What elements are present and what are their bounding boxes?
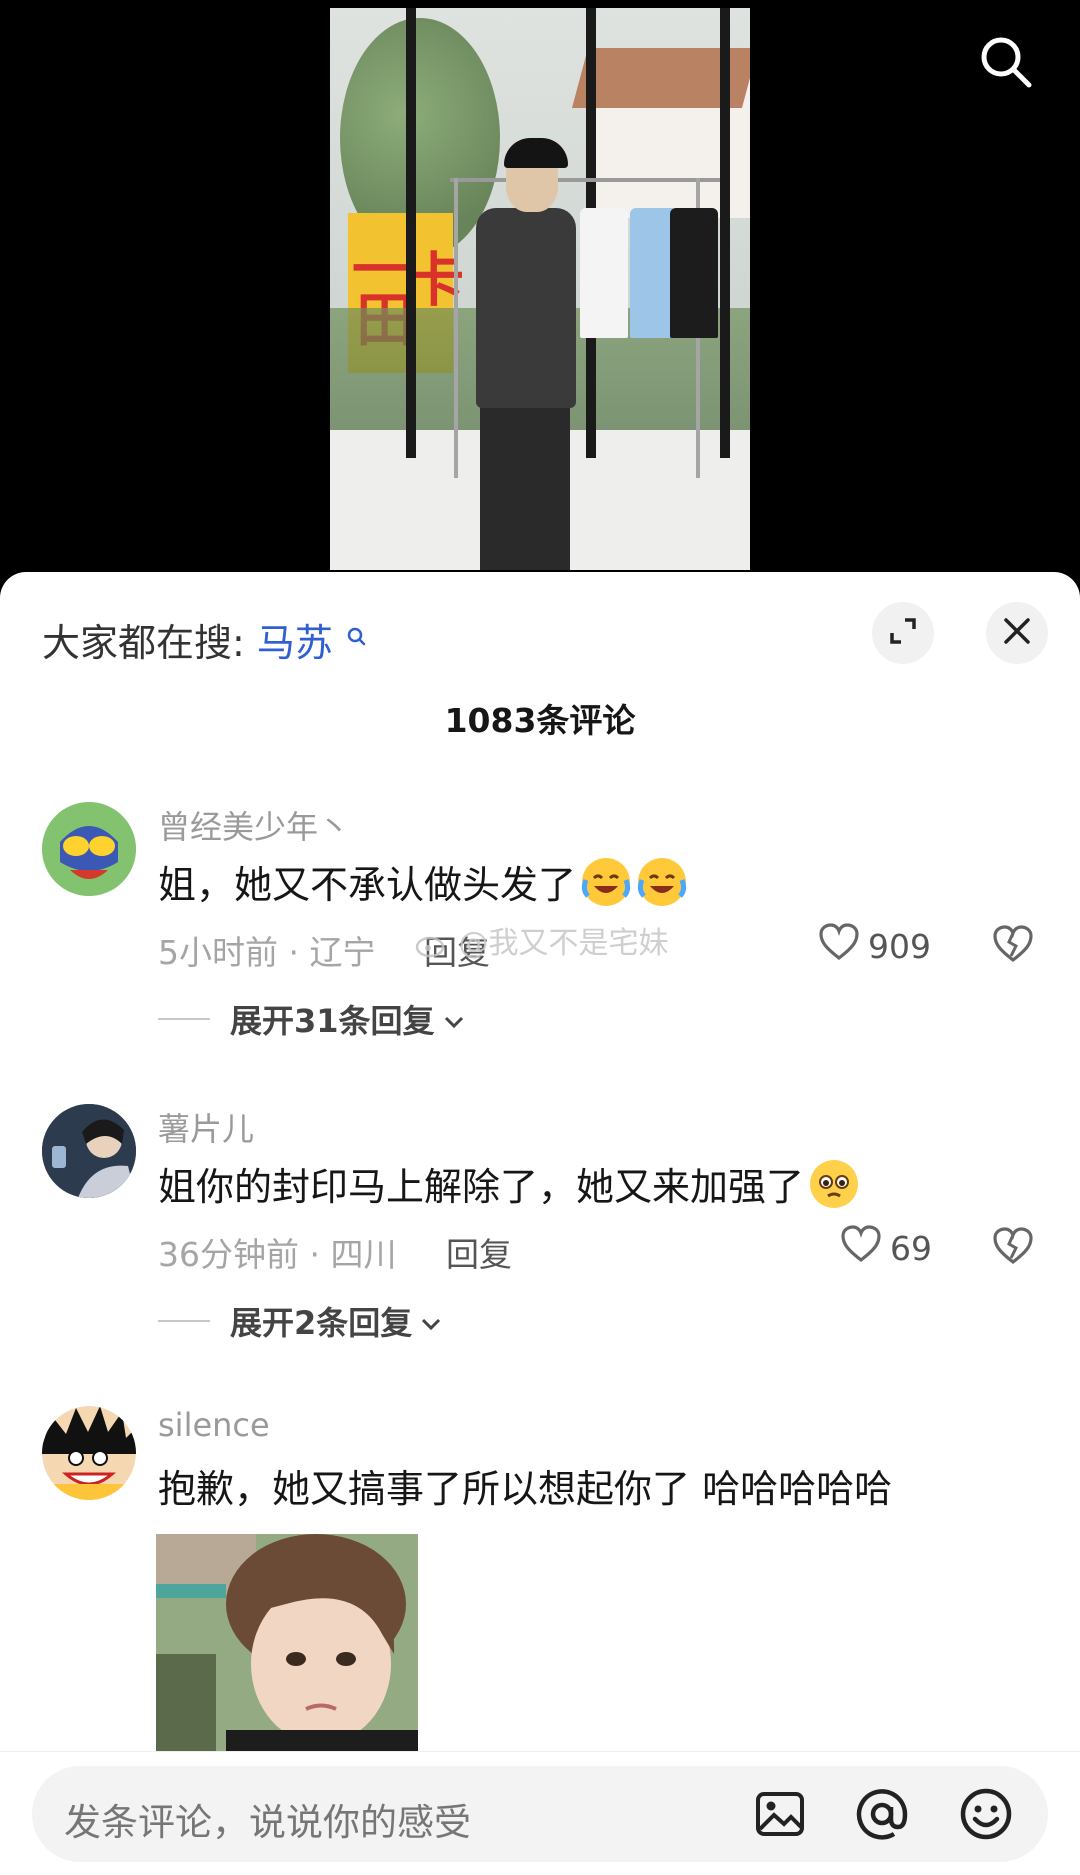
expand-replies-button[interactable]: 展开31条回复 [158,996,465,1042]
rack-leg [454,178,458,478]
search-icon [347,614,367,658]
watermark-text: @我又不是宅妹 [458,926,669,961]
at-icon[interactable] [854,1786,910,1842]
expand-sheet-button[interactable] [872,602,934,664]
hanging-shirt [670,208,718,338]
comment-meta: 36分钟前 · 四川 [158,1235,397,1274]
comment-count: 1083条评论 [444,701,636,740]
dislike-button[interactable] [992,924,1034,968]
comment-image[interactable] [156,1534,418,1756]
comment-username[interactable]: 薯片儿 [158,1104,254,1150]
broken-heart-icon [992,925,1034,968]
trending-search-hint[interactable]: 大家都在搜: 马苏 [42,612,367,667]
close-icon [1003,617,1031,649]
heart-icon [818,922,860,970]
comment-username[interactable]: silence [158,1406,270,1444]
comment-text-body: 抱歉，她又搞事了所以想起你了 哈哈哈哈哈 [158,1467,893,1511]
weibo-logo-icon [415,926,459,961]
crying-laugh-emoji [636,856,688,908]
watermark: @我又不是宅妹 [415,918,669,962]
dislike-button[interactable] [992,1226,1034,1270]
hanging-shirt [580,208,628,338]
comment-item: 薯片儿 姐你的封印马上解除了，她又来加强了 36分钟前 · 四川 回复 69 展… [0,1104,1080,1374]
comment-input[interactable]: 发条评论，说说你的感受 [32,1766,1048,1862]
expand-replies-label: 展开2条回复 [230,1304,413,1342]
comment-text: 抱歉，她又搞事了所以想起你了 哈哈哈哈哈 [158,1458,892,1513]
search-icon[interactable] [978,34,1034,90]
comment-input-placeholder: 发条评论，说说你的感受 [64,1801,471,1844]
video-frame[interactable]: 一 田 卡 [330,8,750,570]
comment-username[interactable]: 曾经美少年丶 [158,802,350,848]
like-button[interactable]: 909 [818,922,931,970]
like-count: 909 [868,926,931,966]
divider [158,1320,210,1322]
expand-replies-label: 展开31条回复 [230,1002,435,1040]
expand-replies-button[interactable]: 展开2条回复 [158,1298,442,1344]
divider [158,1018,210,1020]
comment-text: 姐你的封印马上解除了，她又来加强了 [158,1156,860,1211]
like-count: 69 [890,1228,932,1268]
reply-button[interactable]: 回复 [446,1228,512,1276]
image-icon[interactable] [752,1786,808,1842]
chevron-down-icon [443,1000,465,1038]
window-frame [406,8,416,458]
person-legs [480,398,570,570]
person-body [476,208,576,408]
chevron-down-icon [420,1302,442,1340]
comment-text: 姐，她又不承认做头发了 [158,854,688,909]
close-button[interactable] [986,602,1048,664]
like-button[interactable]: 69 [840,1224,932,1272]
trending-search-term[interactable]: 马苏 [257,621,333,665]
crying-laugh-emoji [580,856,632,908]
window-frame [720,8,730,458]
avatar[interactable] [42,1406,136,1500]
avatar[interactable] [42,1104,136,1198]
comment-text-body: 姐，她又不承认做头发了 [158,863,577,907]
person-cap [504,138,568,168]
comment-meta: 5小时前 · 辽宁 [158,933,376,972]
pleading-face-emoji [808,1158,860,1210]
expand-icon [888,616,918,650]
comment-text-body: 姐你的封印马上解除了，她又来加强了 [158,1165,805,1209]
trending-search-label: 大家都在搜: [42,621,245,665]
avatar[interactable] [42,802,136,896]
comments-sheet: 大家都在搜: 马苏 1083条评论 曾经美少年丶 姐，她又不承认做头发了 5小时… [0,572,1080,1875]
emoji-icon[interactable] [958,1786,1014,1842]
clothes-rack [450,178,720,182]
heart-icon [840,1224,882,1272]
broken-heart-icon [992,1227,1034,1270]
comment-composer: 发条评论，说说你的感受 [0,1751,1080,1875]
video-player[interactable]: 一 田 卡 [0,0,1080,575]
